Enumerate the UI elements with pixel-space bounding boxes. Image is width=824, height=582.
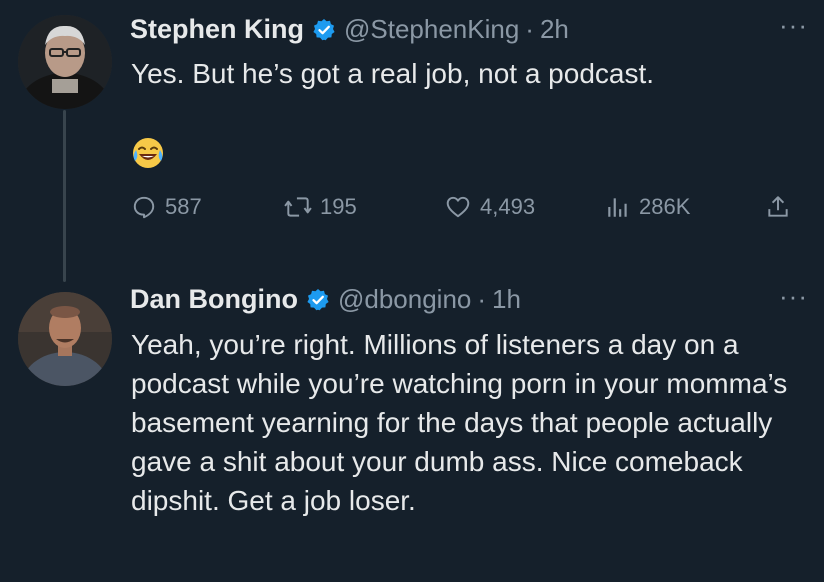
analytics-bar-icon (608, 198, 627, 217)
tweet-actions: 587 195 4,493 286K (131, 194, 791, 230)
views-count: 286K (639, 194, 691, 219)
avatar[interactable] (18, 15, 112, 109)
separator-dot: · (477, 284, 487, 314)
share-icon (768, 196, 788, 217)
laughing-crying-emoji-icon (131, 136, 165, 175)
retweet-icon (284, 197, 312, 217)
separator-dot: · (525, 14, 534, 44)
like-button[interactable]: 4,493 (444, 194, 535, 220)
retweet-button[interactable]: 195 (284, 194, 357, 220)
like-count: 4,493 (480, 194, 536, 219)
verified-badge-icon (312, 18, 336, 42)
avatar[interactable] (18, 292, 112, 386)
reply-count: 587 (165, 194, 202, 219)
verified-badge-icon (306, 288, 330, 312)
more-options-icon[interactable]: ··· (779, 281, 808, 312)
tweet-text: Yes. But he’s got a real job, not a podc… (131, 58, 655, 89)
tweet-header: Stephen King @StephenKing · 2h (130, 14, 569, 45)
display-name[interactable]: Dan Bongino (130, 284, 298, 315)
avatar-image (18, 15, 112, 109)
timestamp[interactable]: 1h (492, 284, 521, 315)
views-button[interactable]: 286K (605, 194, 690, 220)
reply-icon (133, 196, 155, 219)
handle[interactable]: @dbongino (338, 284, 471, 315)
share-button[interactable] (765, 194, 791, 220)
retweet-count: 195 (320, 194, 357, 219)
handle[interactable]: @StephenKing (344, 14, 519, 45)
tweet-text: Yeah, you’re right. Millions of listener… (131, 329, 788, 516)
avatar-image (18, 292, 112, 386)
tweet-stephen-king[interactable]: Stephen King @StephenKing · 2h ··· Yes. … (0, 0, 824, 270)
more-options-icon[interactable]: ··· (779, 10, 808, 41)
heart-icon (446, 196, 470, 218)
display-name[interactable]: Stephen King (130, 14, 304, 45)
tweet-dan-bongino[interactable]: Dan Bongino @dbongino · 1h ··· Yeah, you… (0, 281, 824, 582)
tweet-header: Dan Bongino @dbongino · 1h (130, 284, 521, 315)
reply-button[interactable]: 587 (131, 194, 202, 220)
timestamp[interactable]: 2h (540, 14, 569, 45)
